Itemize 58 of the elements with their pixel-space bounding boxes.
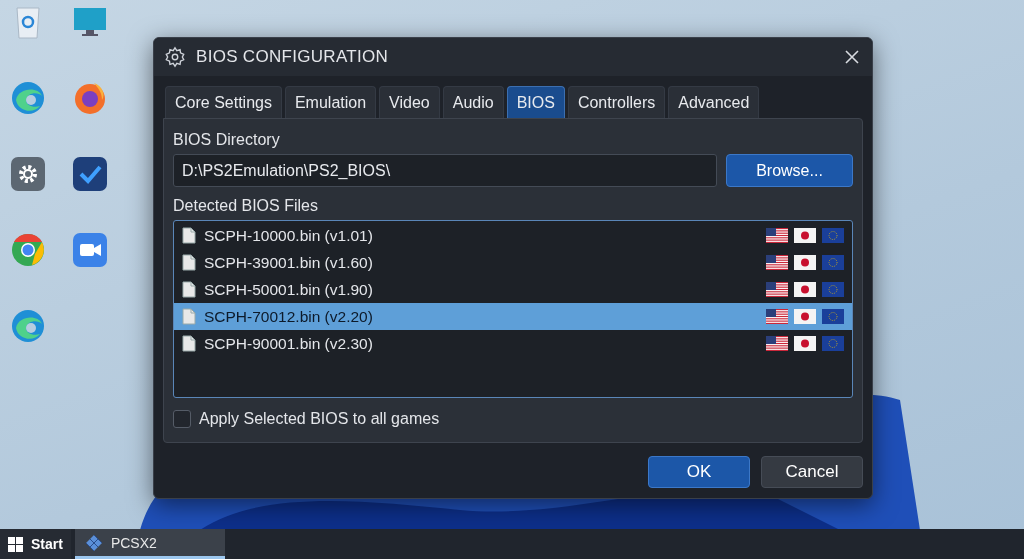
eu-flag-icon xyxy=(822,228,844,243)
japan-flag-icon xyxy=(794,228,816,243)
list-label: Detected BIOS Files xyxy=(173,197,319,215)
file-row[interactable]: SCPH-10000.bin (v1.01) xyxy=(174,222,852,249)
taskbar-app[interactable]: PCSX2 xyxy=(74,529,225,559)
tab[interactable]: Controllers xyxy=(567,86,666,118)
japan-flag-icon xyxy=(794,255,816,270)
file-icon xyxy=(182,254,196,271)
us-flag-icon xyxy=(766,282,788,297)
field-label: BIOS Directory xyxy=(173,131,281,149)
directory-field[interactable]: D:\PS2Emulation\PS2_BIOS\ xyxy=(173,154,717,187)
file-row[interactable]: SCPH-39001.bin (v1.60) xyxy=(174,249,852,276)
eu-flag-icon xyxy=(822,309,844,324)
file-name: SCPH-39001.bin (v1.60) xyxy=(204,253,374,272)
file-row[interactable]: SCPH-70012.bin (v2.20) xyxy=(174,303,852,330)
browser-icon[interactable] xyxy=(10,308,46,344)
settings-icon[interactable] xyxy=(10,156,46,192)
browse-button[interactable]: Browse... xyxy=(726,154,853,187)
japan-flag-icon xyxy=(794,282,816,297)
tab[interactable]: Video xyxy=(379,86,440,118)
chrome-browser-icon[interactable] xyxy=(10,232,46,268)
file-icon xyxy=(182,335,196,352)
eu-flag-icon xyxy=(822,255,844,270)
checkbox-label: Apply Selected BIOS to all games xyxy=(199,410,440,428)
cancel-button[interactable]: Cancel xyxy=(761,456,863,488)
file-name: SCPH-70012.bin (v2.20) xyxy=(204,307,374,326)
file-row[interactable]: SCPH-50001.bin (v1.90) xyxy=(174,276,852,303)
tab[interactable]: Advanced xyxy=(668,86,760,118)
file-icon xyxy=(182,281,196,298)
us-flag-icon xyxy=(766,255,788,270)
fox-browser-icon[interactable] xyxy=(72,80,108,116)
checkbox[interactable] xyxy=(173,410,191,428)
file-icon xyxy=(182,308,196,325)
window-title: BIOS CONFIGURATION xyxy=(196,47,390,67)
japan-flag-icon xyxy=(794,309,816,324)
browser-icon[interactable] xyxy=(10,80,46,116)
us-flag-icon xyxy=(766,336,788,351)
windows-logo-icon xyxy=(8,536,23,552)
file-name: SCPH-50001.bin (v1.90) xyxy=(204,280,374,299)
start-button[interactable]: Start xyxy=(0,529,71,559)
japan-flag-icon xyxy=(794,336,816,351)
file-row[interactable]: SCPH-90001.bin (v2.30) xyxy=(174,330,852,357)
file-name: SCPH-10000.bin (v1.01) xyxy=(204,226,374,245)
file-icon xyxy=(182,227,196,244)
file-name: SCPH-90001.bin (v2.30) xyxy=(204,334,374,353)
ok-button[interactable]: OK xyxy=(648,456,750,488)
diamond-grid-icon xyxy=(84,533,103,552)
tab[interactable]: Core Settings xyxy=(165,86,282,118)
eu-flag-icon xyxy=(822,336,844,351)
video-camera-icon[interactable] xyxy=(72,232,108,268)
us-flag-icon xyxy=(766,228,788,243)
us-flag-icon xyxy=(766,309,788,324)
tab[interactable]: Audio xyxy=(442,86,504,118)
eu-flag-icon xyxy=(822,282,844,297)
tab[interactable]: Emulation xyxy=(284,86,377,118)
tab[interactable]: BIOS xyxy=(506,86,565,118)
settings-icon xyxy=(164,46,186,68)
checkmark-icon[interactable] xyxy=(72,156,108,192)
